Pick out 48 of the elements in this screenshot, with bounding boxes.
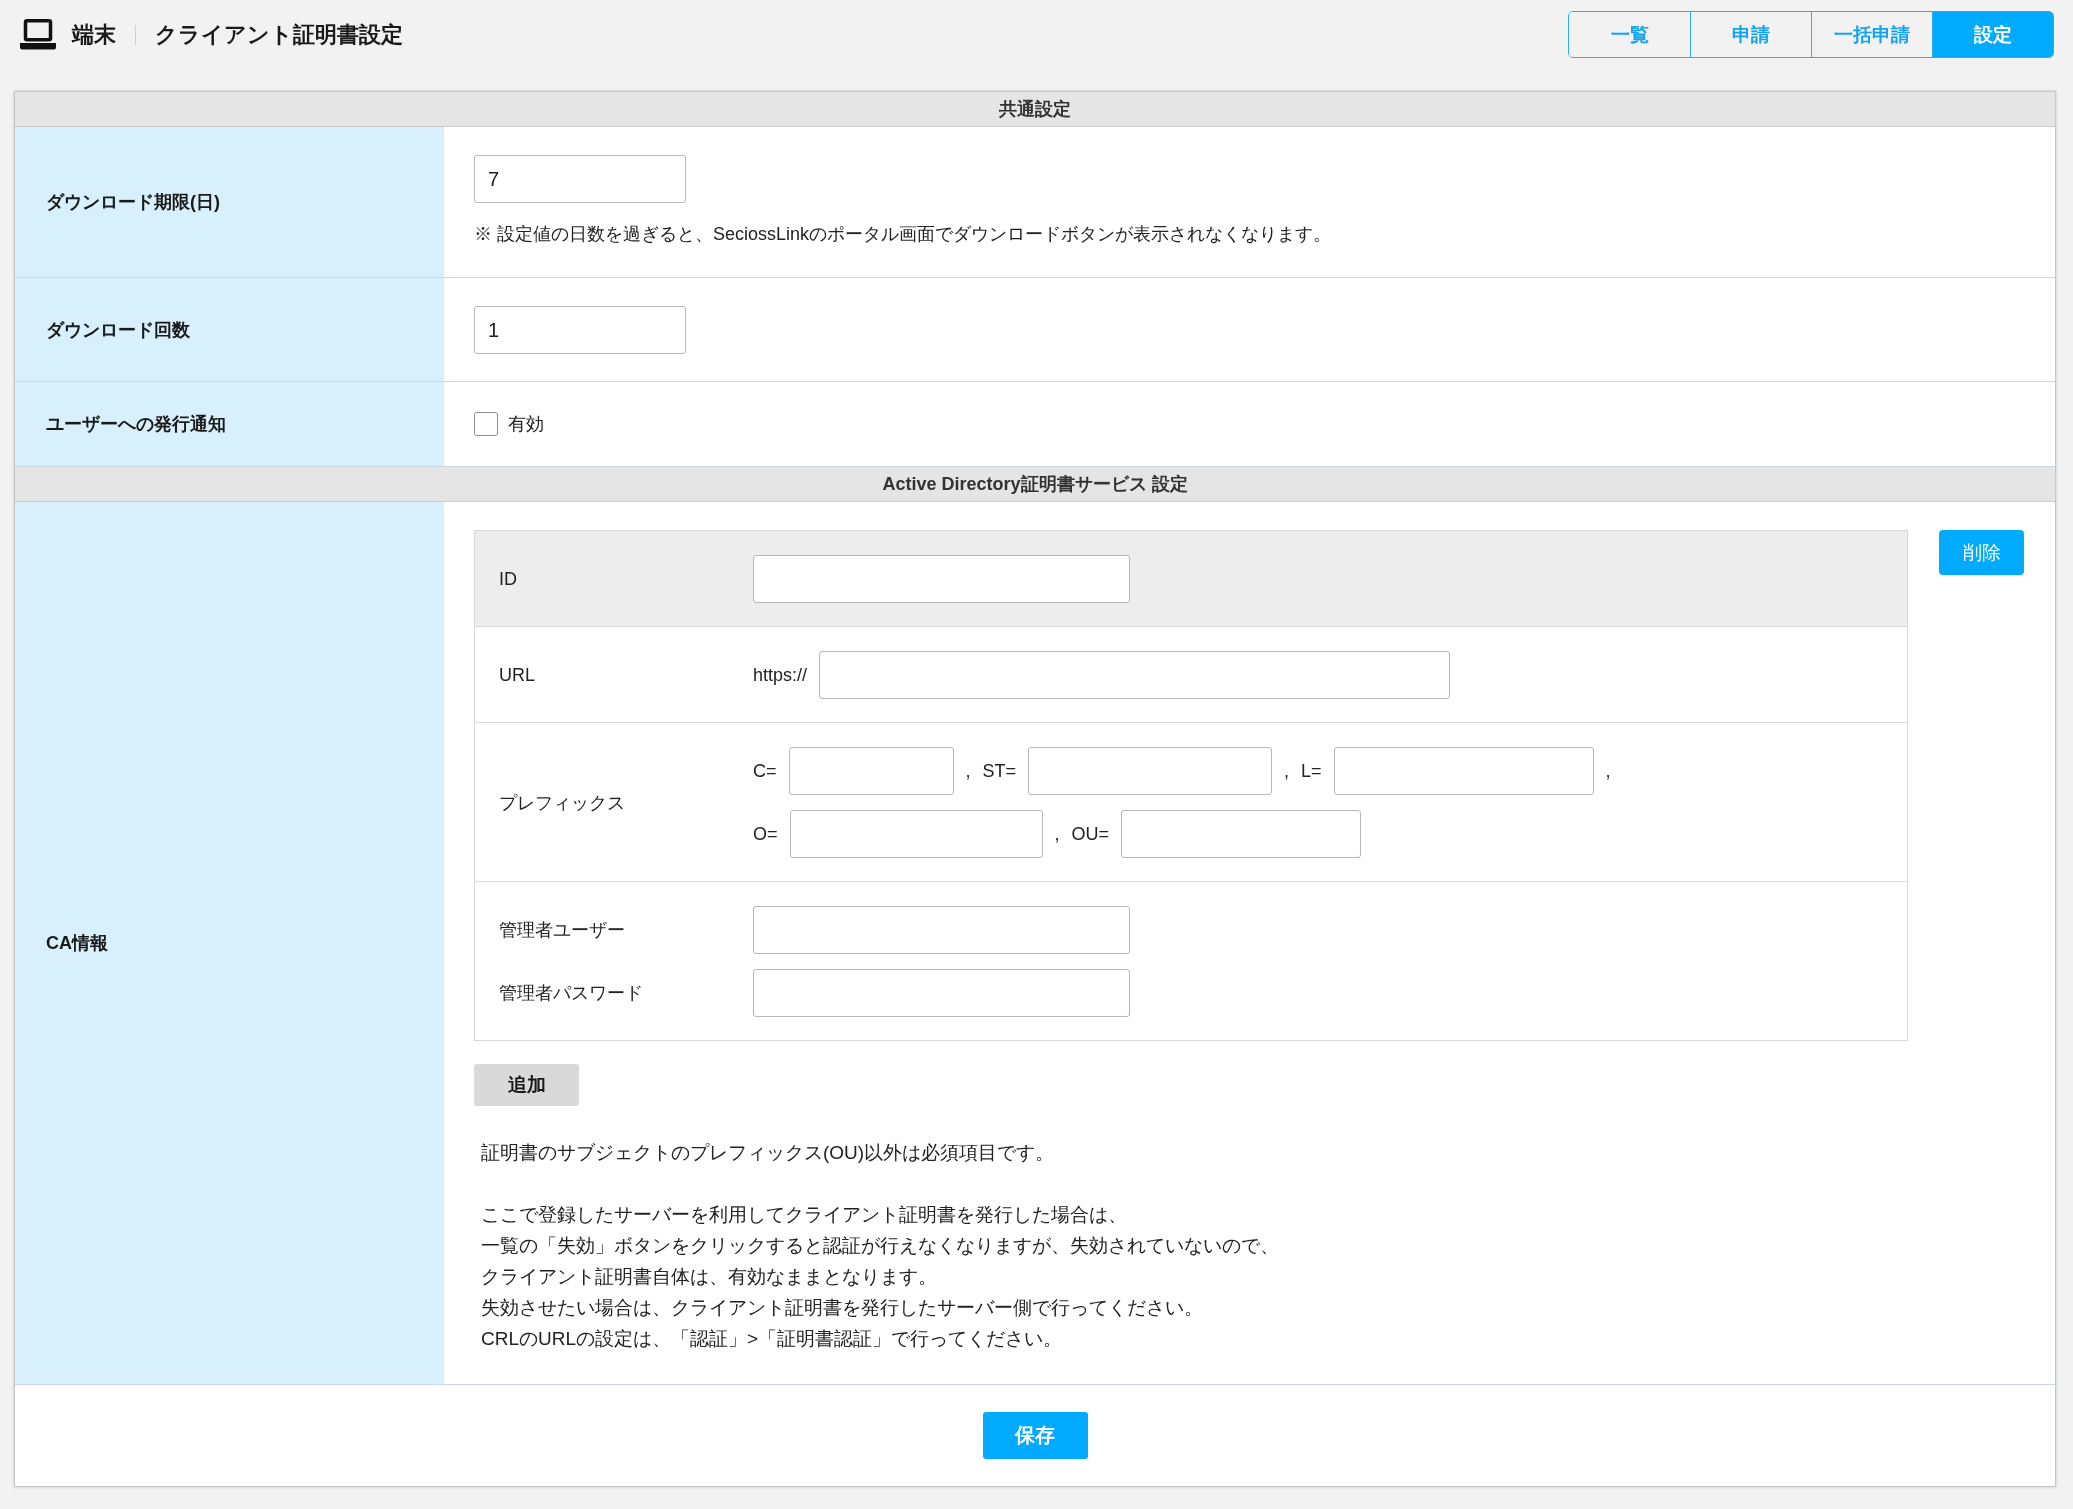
field-label: ID — [499, 568, 518, 590]
note-text: 証明書のサブジェクトのプレフィックス(OU)以外は必須項目です。 — [481, 1141, 1056, 1165]
note-text: クライアント証明書自体は、有効なままとなります。 — [481, 1265, 938, 1289]
text-input[interactable] — [753, 555, 1130, 603]
field-text: , — [1605, 760, 1611, 782]
field-text: O= — [753, 823, 778, 845]
field-text: OU= — [1071, 823, 1110, 845]
nav-tab[interactable]: 設定 — [1932, 12, 2053, 57]
text-input[interactable] — [753, 969, 1130, 1017]
field-label: 管理者ユーザー — [499, 919, 626, 942]
note-text: 一覧の「失効」ボタンをクリックすると認証が行えなくなりますが、失効されていないので、 — [481, 1234, 1280, 1258]
row-label: ユーザーへの発行通知 — [46, 413, 226, 436]
note-text: ここで登録したサーバーを利用してクライアント証明書を発行した場合は、 — [481, 1203, 1128, 1227]
section-header: Active Directory証明書サービス 設定 — [15, 467, 2055, 502]
field-text: , — [965, 760, 971, 782]
row-label: ダウンロード期限(日) — [46, 191, 220, 214]
section-header: 共通設定 — [15, 92, 2055, 127]
field-text: , — [1284, 760, 1290, 782]
note-text: CRLのURLの設定は、「認証」>「証明書認証」で行ってください。 — [481, 1327, 1064, 1351]
field-label: プレフィックス — [499, 791, 626, 815]
text-input[interactable]: 7 — [474, 155, 686, 203]
page-title: クライアント証明書設定 — [155, 20, 403, 49]
breadcrumb-text: 端末 — [72, 20, 116, 49]
field-label: URL — [499, 664, 536, 686]
text-input[interactable] — [789, 810, 1043, 858]
text-input[interactable]: 1 — [474, 306, 686, 354]
text-input[interactable] — [1121, 810, 1362, 858]
field-text: ST= — [982, 760, 1017, 782]
field-text: https:// — [753, 664, 808, 686]
row-label: CA情報 — [46, 932, 108, 955]
field-text: L= — [1301, 760, 1322, 782]
field-label: 管理者パスワード — [499, 982, 644, 1005]
hint-text: ※ 設定値の日数を過ぎると、SeciossLinkのポータル画面でダウンロードボタンが表示されなくなります。 — [474, 223, 1333, 246]
text-input[interactable] — [1333, 747, 1594, 795]
text-input[interactable] — [753, 906, 1130, 954]
note-text: 失効させたい場合は、クライアント証明書を発行したサーバー側で行ってください。 — [481, 1296, 1204, 1320]
row-label: ダウンロード回数 — [46, 318, 190, 342]
text-input[interactable] — [788, 747, 954, 795]
checkbox[interactable] — [474, 412, 498, 436]
add-button[interactable]: 追加 — [474, 1064, 579, 1106]
text-input[interactable] — [1028, 747, 1273, 795]
checkbox-label: 有効 — [508, 413, 544, 436]
field-text: , — [1054, 823, 1060, 845]
text-input[interactable] — [819, 651, 1451, 699]
laptop-icon — [20, 19, 56, 50]
delete-button[interactable]: 削除 — [1939, 530, 2024, 575]
save-button[interactable]: 保存 — [982, 1412, 1088, 1459]
field-text: C= — [753, 760, 777, 782]
